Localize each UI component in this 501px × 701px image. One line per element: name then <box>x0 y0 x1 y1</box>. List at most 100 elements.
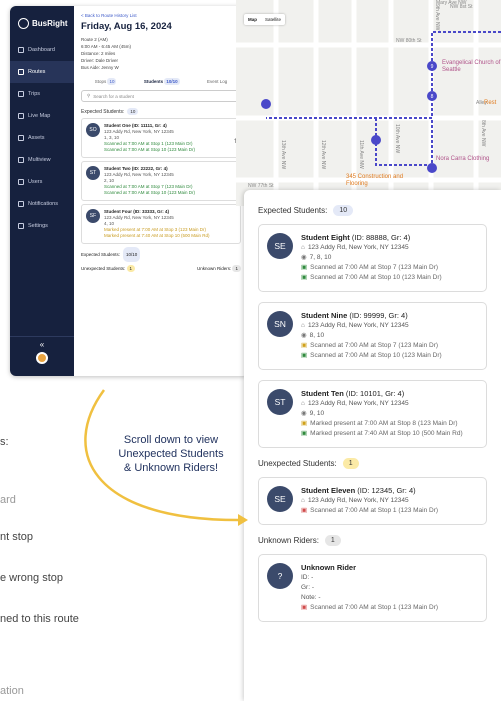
student-name: Student Eight <box>301 233 350 242</box>
pin-icon: ◉ <box>301 410 307 417</box>
map-toggle-satellite[interactable]: Satellite <box>261 14 285 25</box>
route-aide: Bus Aide: Jenny W <box>81 65 119 70</box>
nav-label: Multiview <box>28 157 51 163</box>
route-name: Route 2 (AM) <box>81 37 108 42</box>
route-panel: < Back to Route History List Friday, Aug… <box>74 6 248 376</box>
student-address: 123 Addy Rd, New York, NY 12345 <box>307 400 409 407</box>
rider-grade: Gr: - <box>301 584 314 591</box>
left-text-fragment: ard <box>0 494 16 506</box>
student-name-line: Student Eight (ID: 88888, Gr: 4) <box>301 233 442 243</box>
nav-users[interactable]: Users <box>10 171 74 193</box>
student-address-line: ⌂ 123 Addy Rd, New York, NY 12345 <box>301 321 442 331</box>
unexpected-section-header: Unexpected Students: 1 <box>258 458 487 469</box>
home-icon: ⌂ <box>301 400 305 407</box>
rider-note: Note: - <box>301 594 321 601</box>
search-icon: ⚲ <box>87 93 91 98</box>
other-summary: Unexpected Students: 1 Unknown Riders: 1 <box>81 262 241 275</box>
tab-stops[interactable]: Stops 10 <box>94 78 117 85</box>
nav-multiview[interactable]: Multiview <box>10 149 74 171</box>
avatar: SF <box>86 209 100 223</box>
student-address: 123 Addy Rd, New York, NY 12345 <box>307 322 409 329</box>
route-driver: Driver: Dale Driver <box>81 58 119 63</box>
student-stops: 7, 8, 10 <box>309 254 332 261</box>
student-card[interactable]: SF Student Four (ID: 33333, Gr: 4) 123 A… <box>81 204 241 244</box>
student-card[interactable]: SO Student One (ID: 11111, Gr: 4) 123 Ad… <box>81 118 241 158</box>
tab-label: Stops <box>94 79 107 84</box>
count-badge: 1 <box>324 535 341 546</box>
student-card[interactable]: ST Student Two (ID: 22222, Gr: 4) 123 Ad… <box>81 161 241 201</box>
nav-trips[interactable]: Trips <box>10 83 74 105</box>
left-text-fragment: s: <box>0 436 9 448</box>
street-label: Mary Ave NW <box>436 0 467 6</box>
section-label: Unknown Riders: <box>258 536 319 545</box>
student-meta: (ID: 12345, Gr: 4) <box>357 486 416 495</box>
trips-icon <box>18 91 24 97</box>
route-time: 6:00 AM - 6:45 AM (45m) <box>81 44 132 49</box>
tab-students[interactable]: Students 10/10 <box>143 78 180 85</box>
avatar: ? <box>267 563 293 589</box>
nav-routes[interactable]: Routes <box>10 61 74 83</box>
summary-label: Expected Students: <box>81 252 121 257</box>
nav-assets[interactable]: Assets <box>10 127 74 149</box>
student-card[interactable]: SE Student Eight (ID: 88888, Gr: 4) ⌂ 123… <box>258 224 487 292</box>
count-badge: 10 <box>333 205 354 216</box>
home-icon: ⌂ <box>301 497 305 504</box>
street-label: NW 77th St <box>248 183 274 189</box>
count-badge: 10/10 <box>123 247 141 262</box>
nav-label: Trips <box>28 91 41 97</box>
student-stops: 8, 10 <box>309 332 325 339</box>
nav-notifications[interactable]: Notifications <box>10 193 74 215</box>
tab-badge: 10 <box>107 78 117 85</box>
brand-name: BusRight <box>32 19 68 28</box>
student-name: Student Eleven <box>301 486 356 495</box>
map-type-toggle: Map Satellite <box>244 14 286 25</box>
tab-label: Students <box>143 79 164 84</box>
home-icon: ⌂ <box>301 322 305 329</box>
student-address-line: ⌂ 123 Addy Rd, New York, NY 12345 <box>301 496 438 506</box>
back-link[interactable]: < Back to Route History List <box>81 13 241 18</box>
avatar: SN <box>267 311 293 337</box>
count-badge: 1 <box>232 265 241 272</box>
nav-settings[interactable]: Settings <box>10 215 74 237</box>
student-address-line: ⌂ 123 Addy Rd, New York, NY 12345 <box>301 243 442 253</box>
sidebar: BusRight Dashboard Routes Trips Live Map… <box>10 6 74 376</box>
map-toggle-map[interactable]: Map <box>244 14 261 25</box>
nav-dashboard[interactable]: Dashboard <box>10 39 74 61</box>
summary-label: Unexpected Students: <box>81 266 126 271</box>
nav-label: Assets <box>28 135 45 141</box>
unexpected-student-card[interactable]: SE Student Eleven (ID: 12345, Gr: 4) ⌂ 12… <box>258 477 487 525</box>
student-card[interactable]: ST Student Ten (ID: 10101, Gr: 4) ⌂ 123 A… <box>258 380 487 448</box>
street-label: 9th Ave NW <box>434 4 440 31</box>
count-badge: 1 <box>126 265 136 272</box>
nav-label: Live Map <box>28 113 51 119</box>
avatar: ST <box>86 166 100 180</box>
avatar[interactable] <box>36 352 48 364</box>
scan-event-wrong-stop: Scanned at 7:00 AM at Stop 7 (123 Main D… <box>301 341 442 351</box>
tab-event-log[interactable]: Event Log <box>207 79 227 84</box>
route-tabs: Stops 10 Students 10/10 Event Log <box>81 78 241 85</box>
street-label: 10th Ave NW <box>394 124 400 154</box>
unknown-rider-card[interactable]: ? Unknown Rider ID: - Gr: - Note: - Scan… <box>258 554 487 622</box>
student-detail-panel[interactable]: Expected Students: 10 SE Student Eight (… <box>244 190 501 701</box>
poi-label: 345 Construction and Flooring <box>346 174 404 187</box>
nav-label: Notifications <box>28 201 58 207</box>
routes-icon <box>18 69 24 75</box>
nav-live-map[interactable]: Live Map <box>10 105 74 127</box>
unknown-summary: Unknown Riders: 1 <box>197 262 241 275</box>
poi-label: Rest <box>484 100 497 106</box>
student-name: Student Ten <box>301 389 344 398</box>
left-text-fragment: ation <box>0 685 24 697</box>
student-card[interactable]: SN Student Nine (ID: 99999, Gr: 4) ⌂ 123 … <box>258 302 487 370</box>
avatar: ST <box>267 389 293 415</box>
users-icon <box>18 179 24 185</box>
route-map[interactable]: 98 Map Satellite NW 8st St NW 80th St NW… <box>236 0 501 206</box>
section-label: Expected Students: <box>81 108 125 115</box>
avatar: SO <box>86 123 100 137</box>
rider-name: Unknown Rider <box>301 563 438 573</box>
scroll-callout: Scroll down to view Unexpected Students … <box>96 433 246 475</box>
search-input[interactable]: ⚲ Search for a student <box>81 90 241 102</box>
scan-event-unexpected: Scanned at 7:00 AM at Stop 1 (123 Main D… <box>301 506 438 516</box>
student-stops-line: ◉ 7, 8, 10 <box>301 253 442 263</box>
expected-section-header: Expected Students: 10 <box>81 108 241 115</box>
collapse-icon[interactable]: « <box>10 340 74 349</box>
